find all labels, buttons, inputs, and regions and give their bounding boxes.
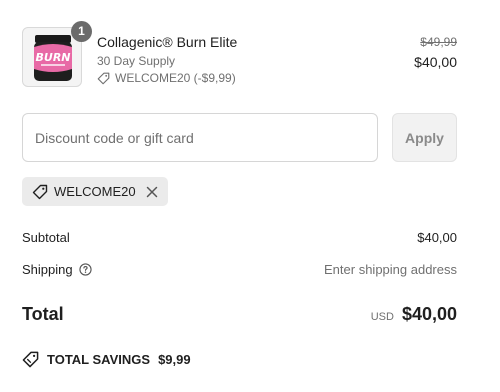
total-savings: TOTAL SAVINGS $9,99	[22, 351, 191, 368]
total-row: Total USD $40,00	[22, 304, 457, 325]
savings-label: TOTAL SAVINGS	[47, 352, 151, 367]
quantity-badge: 1	[71, 21, 92, 42]
subtotal-label: Subtotal	[22, 230, 70, 245]
tag-icon	[32, 184, 48, 199]
tag-icon	[97, 72, 110, 84]
original-price: $49,99	[420, 35, 457, 49]
remove-code-button[interactable]	[146, 186, 158, 198]
savings-tag-icon	[22, 351, 39, 368]
subtotal-row: Subtotal $40,00	[22, 230, 457, 245]
subtotal-value: $40,00	[417, 230, 457, 245]
help-circle-icon[interactable]	[78, 263, 92, 276]
product-name: Collagenic® Burn Elite	[97, 34, 238, 50]
applied-code-label: WELCOME20	[54, 184, 136, 199]
shipping-row: Shipping Enter shipping address	[22, 262, 457, 277]
product-variant: 30 Day Supply	[97, 54, 176, 68]
apply-button[interactable]: Apply	[392, 113, 457, 162]
discount-form: Apply	[22, 113, 457, 162]
applied-discount-chip: WELCOME20	[22, 177, 168, 206]
product-discount-label: WELCOME20 (-$9,99)	[115, 71, 236, 85]
product-line-item: BURN 1 Collagenic® Burn Elite 30 Day Sup…	[22, 21, 457, 90]
product-image: BURN	[34, 35, 72, 81]
shipping-value: Enter shipping address	[324, 262, 457, 277]
product-discount: WELCOME20 (-$9,99)	[97, 71, 236, 85]
svg-text:BURN: BURN	[36, 51, 71, 64]
savings-value: $9,99	[158, 352, 191, 367]
total-label: Total	[22, 304, 64, 324]
product-thumbnail: BURN 1	[22, 21, 92, 87]
discount-code-input[interactable]	[22, 113, 378, 162]
total-value: $40,00	[401, 304, 457, 324]
shipping-label: Shipping	[22, 262, 73, 277]
currency-code: USD	[370, 311, 394, 323]
close-icon	[146, 186, 157, 197]
discounted-price: $40,00	[414, 54, 457, 70]
